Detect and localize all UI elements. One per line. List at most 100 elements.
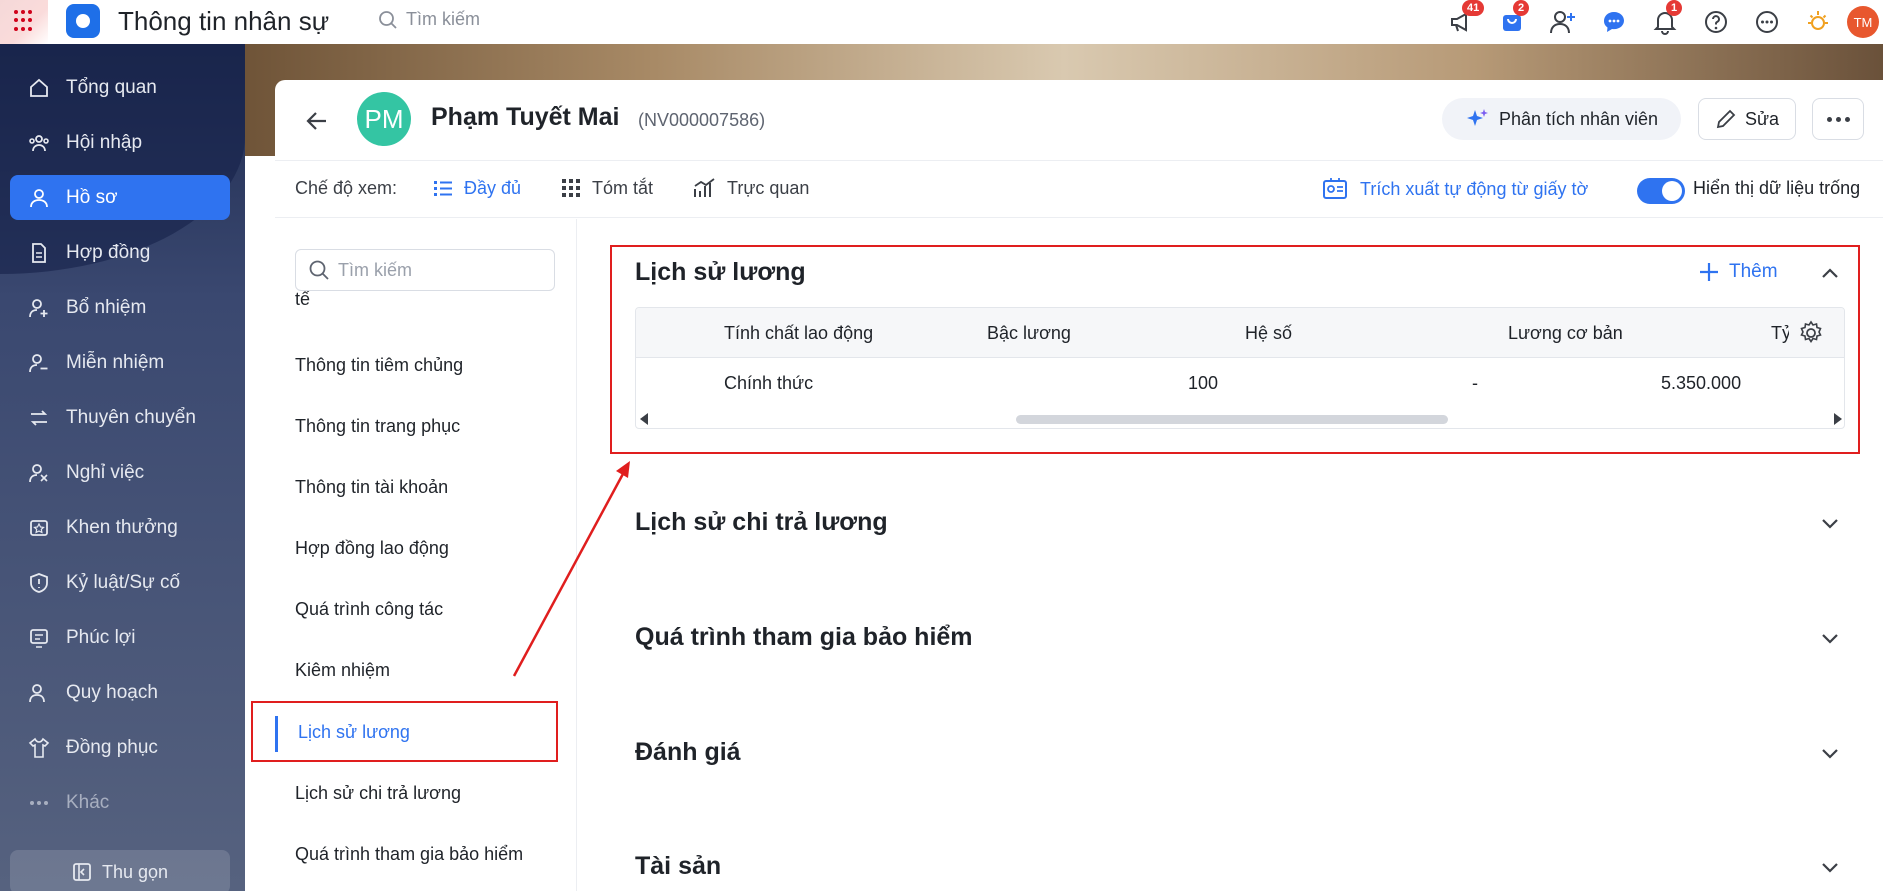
section-nav-item[interactable]: Thông tin tiêm chủng — [295, 355, 463, 376]
sidebar-nav: Tổng quan Hội nhập Hồ sơ Hợp đồng Bổ nhi… — [10, 65, 230, 835]
group-icon — [28, 132, 50, 154]
section-nav-item[interactable]: Quá trình công tác — [295, 599, 443, 620]
search-placeholder: Tìm kiếm — [406, 9, 480, 29]
more-button[interactable] — [1741, 4, 1792, 40]
show-empty-data-toggle[interactable] — [1637, 178, 1685, 204]
view-mode-summary[interactable]: Tóm tắt — [560, 177, 653, 199]
sidebar-item-resignation[interactable]: Nghỉ việc — [10, 450, 230, 495]
auto-extract-button[interactable]: Trích xuất tự động từ giấy tờ — [1322, 177, 1588, 201]
chat-button[interactable] — [1588, 4, 1639, 40]
search-icon — [309, 260, 329, 280]
sidebar-item-other[interactable]: Khác — [10, 780, 230, 825]
edit-label: Sửa — [1744, 108, 1780, 129]
back-button[interactable] — [300, 104, 334, 138]
more-options-button[interactable] — [1812, 98, 1864, 140]
avatar: TM — [1847, 6, 1879, 38]
list-icon — [434, 181, 452, 196]
sidebar-item-dismissal[interactable]: Miễn nhiệm — [10, 340, 230, 385]
view-mode-label: Chế độ xem: — [295, 178, 398, 198]
sidebar-item-label: Khen thưởng — [66, 516, 178, 538]
analyze-label: Phân tích nhân viên — [1498, 108, 1659, 129]
sidebar-item-label: Miễn nhiệm — [66, 351, 165, 373]
sidebar-item-benefit[interactable]: Phúc lợi — [10, 615, 230, 660]
collapse-sidebar-button[interactable]: Thu gọn — [10, 850, 230, 891]
auto-extract-label: Trích xuất tự động từ giấy tờ — [1360, 178, 1589, 199]
sidebar-item-label: Tổng quan — [66, 76, 157, 98]
sun-icon — [1807, 11, 1828, 30]
app-launcher-icon[interactable] — [14, 10, 36, 32]
user-minus-icon — [28, 352, 50, 374]
sidebar-item-planning[interactable]: Quy hoạch — [10, 670, 230, 715]
dot-icon — [1826, 116, 1832, 122]
section-nav-item[interactable]: Lịch sử chi trả lương — [295, 783, 461, 804]
section-title-insurance[interactable]: Quá trình tham gia bảo hiểm — [635, 623, 973, 652]
sidebar-item-label: Bổ nhiệm — [66, 296, 147, 318]
global-search[interactable]: Tìm kiếm — [378, 9, 480, 30]
theme-button[interactable] — [1792, 4, 1843, 40]
sidebar-item-overview[interactable]: Tổng quan — [10, 65, 230, 110]
section-nav: Tìm kiếm tế Thông tin tiêm chủng Thông t… — [275, 219, 577, 891]
profile-icon — [28, 187, 50, 209]
section-nav-item[interactable]: Thông tin tài khoản — [295, 477, 448, 498]
chevron-down-icon[interactable] — [1818, 511, 1842, 535]
chat-icon — [1603, 12, 1624, 32]
sidebar-item-label: Khác — [66, 791, 110, 813]
chevron-down-icon[interactable] — [1818, 626, 1842, 650]
dots-icon — [28, 792, 50, 814]
sidebar-item-uniform[interactable]: Đồng phục — [10, 725, 230, 770]
add-user-button[interactable] — [1537, 4, 1588, 40]
planning-icon — [28, 682, 50, 704]
sidebar-item-label: Đồng phục — [66, 736, 158, 758]
view-mode-full[interactable]: Đầy đủ — [432, 177, 521, 199]
megaphone-button[interactable]: 41 — [1435, 0, 1486, 40]
help-icon — [1704, 11, 1727, 33]
shield-icon — [28, 572, 50, 594]
section-title-evaluation[interactable]: Đánh giá — [635, 738, 741, 767]
app-logo — [66, 4, 100, 38]
section-title-salary-payment-history[interactable]: Lịch sử chi trả lương — [635, 508, 888, 537]
annotation-box-nav-item — [251, 701, 558, 762]
add-user-icon — [1549, 11, 1575, 34]
top-bar: Thông tin nhân sự Tìm kiếm 41 2 1 TM — [0, 0, 1883, 44]
notification-count: 1 — [1666, 0, 1683, 16]
id-card-icon — [1323, 178, 1347, 199]
notifications-button[interactable]: 1 — [1639, 0, 1690, 40]
sidebar-item-profile[interactable]: Hồ sơ — [10, 175, 230, 220]
section-nav-item[interactable]: Thông tin trang phục — [295, 416, 460, 437]
grid-icon — [562, 179, 580, 197]
view-mode-visual[interactable]: Trực quan — [693, 177, 809, 199]
dot-icon — [1835, 116, 1841, 122]
section-nav-item[interactable]: Hợp đồng lao động — [295, 538, 449, 559]
chevron-down-icon[interactable] — [1818, 741, 1842, 765]
shirt-icon — [28, 737, 50, 759]
user-avatar-button[interactable]: TM — [1843, 4, 1883, 40]
dot-icon — [1844, 116, 1850, 122]
section-search-input[interactable]: Tìm kiếm — [295, 249, 555, 291]
sidebar-item-reward[interactable]: Khen thưởng — [10, 505, 230, 550]
arrow-left-icon — [306, 112, 326, 130]
sidebar-item-label: Phúc lợi — [66, 626, 136, 648]
sidebar-item-appointment[interactable]: Bổ nhiệm — [10, 285, 230, 330]
analyze-employee-button[interactable]: Phân tích nhân viên — [1442, 98, 1681, 140]
help-button[interactable] — [1690, 4, 1741, 40]
collapse-icon — [73, 863, 91, 881]
sidebar-item-transfer[interactable]: Thuyên chuyển — [10, 395, 230, 440]
section-nav-item[interactable]: Kiêm nhiệm — [295, 660, 390, 681]
benefit-icon — [28, 627, 50, 649]
app-title: Thông tin nhân sự — [118, 6, 330, 36]
sidebar-item-onboarding[interactable]: Hội nhập — [10, 120, 230, 165]
section-title-assets[interactable]: Tài sản — [635, 852, 721, 881]
sidebar-item-contract[interactable]: Hợp đồng — [10, 230, 230, 275]
section-nav-item-clipped[interactable]: tế — [295, 289, 310, 307]
edit-button[interactable]: Sửa — [1698, 98, 1796, 140]
section-nav-item[interactable]: Quá trình tham gia bảo hiểm — [295, 844, 523, 865]
cart-count: 2 — [1513, 0, 1530, 16]
cart-button[interactable]: 2 — [1486, 0, 1537, 40]
sidebar-item-discipline[interactable]: Kỷ luật/Sự cố — [10, 560, 230, 605]
chevron-down-icon[interactable] — [1818, 855, 1842, 879]
employee-name: Phạm Tuyết Mai — [431, 103, 620, 131]
employee-avatar: PM — [357, 92, 411, 146]
view-mode-bar: Chế độ xem: Đầy đủ Tóm tắt Trực quan Trí… — [275, 160, 1883, 218]
chart-icon — [694, 178, 715, 197]
transfer-icon — [28, 407, 50, 429]
